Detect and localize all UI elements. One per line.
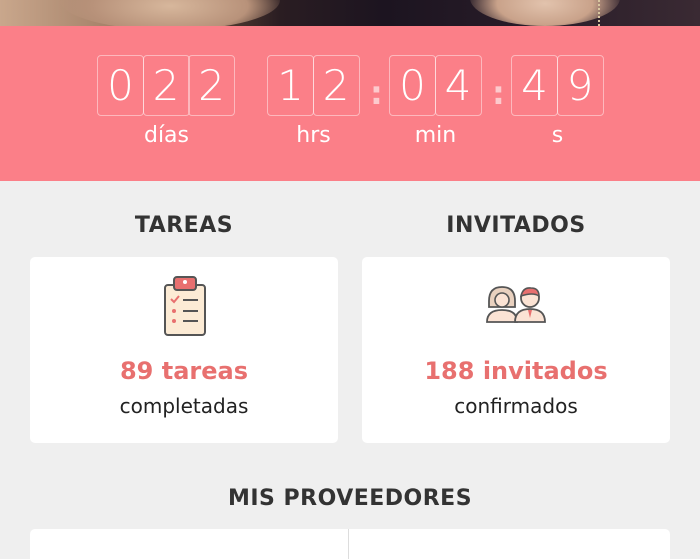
providers-title: MIS PROVEEDORES: [227, 486, 473, 511]
minutes-digits: 0 4: [389, 55, 482, 116]
minutes-digit: 0: [389, 55, 436, 116]
tasks-status: completadas: [119, 394, 249, 418]
hours-digits: 1 2: [267, 55, 360, 116]
hours-digit: 1: [267, 55, 314, 116]
seconds-digit: 9: [556, 55, 604, 116]
providers-card[interactable]: [30, 529, 670, 559]
guests-card[interactable]: 188 invitados confirmados: [362, 257, 670, 443]
providers-divider: [348, 529, 349, 559]
seconds-digit: 4: [511, 55, 558, 116]
time-separator: :: [370, 74, 383, 112]
minutes-label: min: [414, 123, 457, 148]
guests-count: 188 invitados: [424, 357, 608, 385]
guests-status: confirmados: [454, 394, 578, 418]
hours-label: hrs: [296, 123, 331, 148]
minutes-digit: 4: [434, 55, 482, 116]
days-label: días: [143, 123, 190, 148]
seconds-digits: 4 9: [511, 55, 604, 116]
tasks-card[interactable]: 89 tareas completadas: [30, 257, 338, 443]
days-digit: 2: [188, 55, 235, 116]
hours-digit: 2: [312, 55, 360, 116]
couple-photo: [0, 0, 700, 26]
guests-title: INVITADOS: [446, 213, 586, 238]
couple-guests-icon: [486, 286, 546, 323]
days-digits: 0 2 2: [97, 55, 235, 116]
time-separator: :: [492, 74, 505, 112]
clipboard-checklist-icon: [164, 276, 206, 336]
wedding-countdown: 0 2 2 días 1 2 hrs : 0 4 min : 4 9 s: [0, 26, 700, 181]
days-digit: 2: [142, 55, 190, 116]
days-digit: 0: [97, 55, 144, 116]
seconds-label: s: [551, 123, 564, 148]
tasks-count: 89 tareas: [119, 357, 248, 385]
tasks-title: TAREAS: [134, 213, 234, 238]
